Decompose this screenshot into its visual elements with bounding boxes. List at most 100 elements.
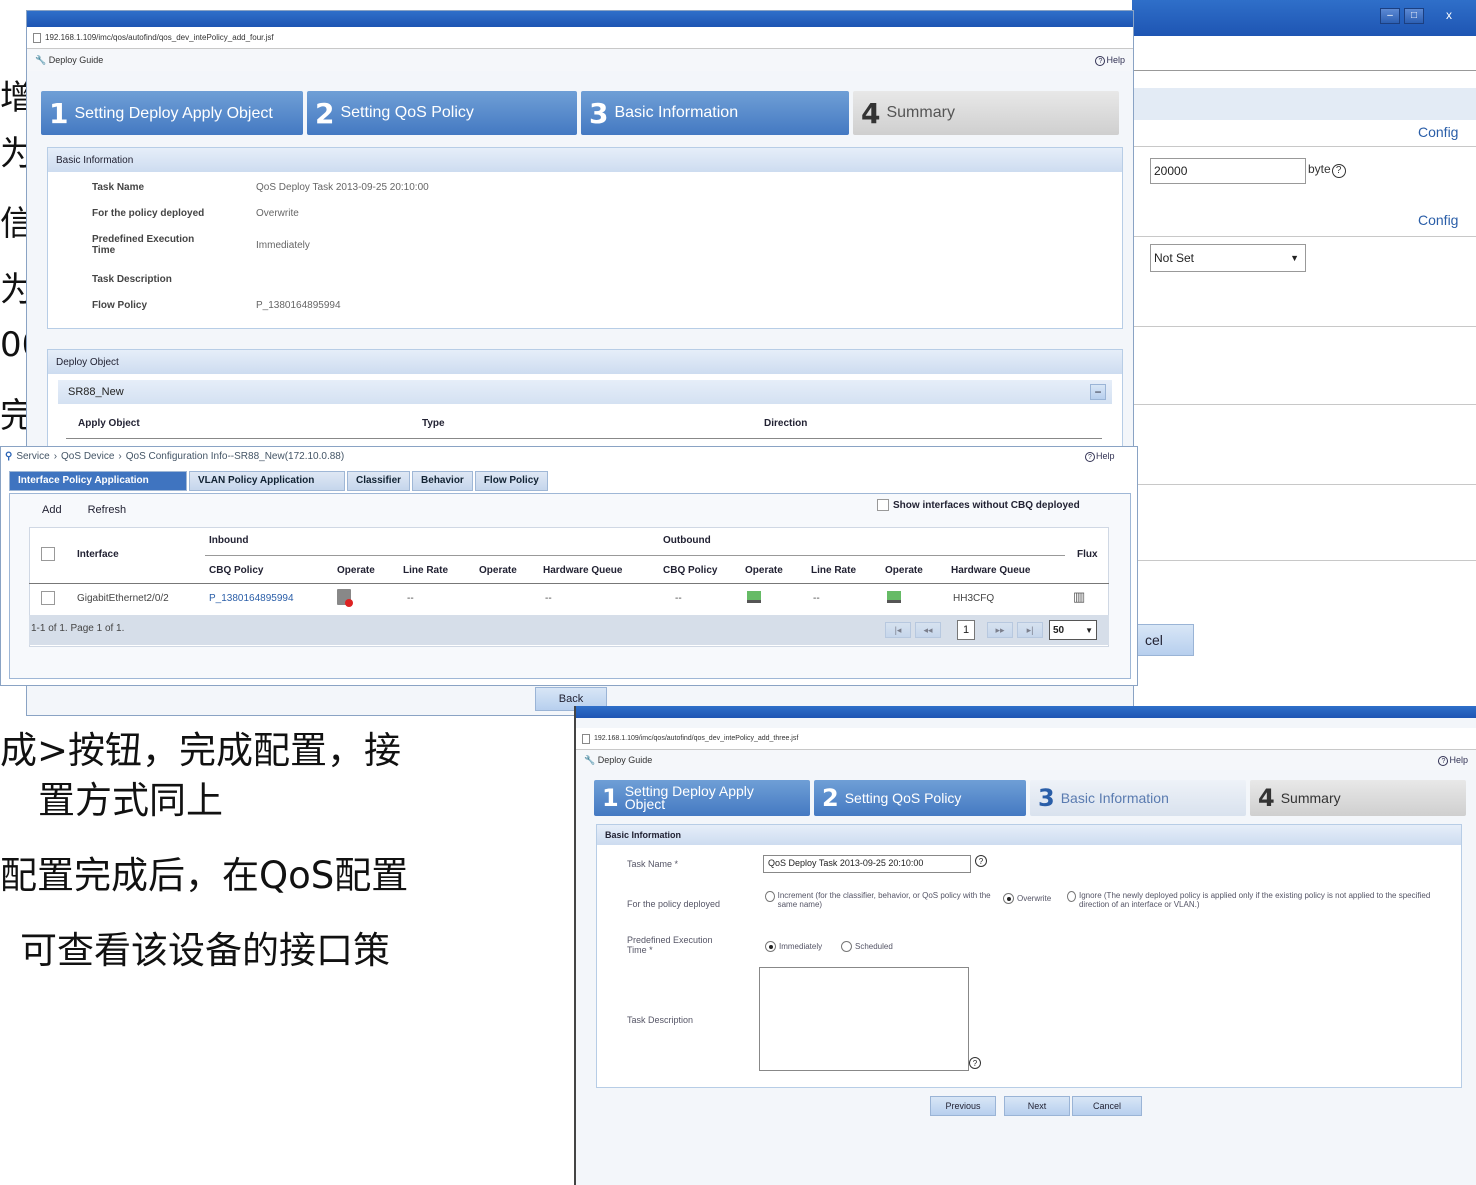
col-line-rate-in: Line Rate	[403, 565, 449, 576]
step-1: 1 Setting Deploy Apply Object	[594, 780, 810, 816]
immediately-option[interactable]: Immediately	[765, 941, 822, 952]
deploy-guide-bar: 🔧 Deploy Guide ? Help	[576, 750, 1476, 770]
cbq-out-cell: --	[675, 593, 682, 604]
page-size-select[interactable]: 50 ▼	[1049, 620, 1097, 640]
step-4: 4 Summary	[1250, 780, 1466, 816]
col-line-rate-out: Line Rate	[811, 565, 857, 576]
slide-fragment-1: 增	[0, 78, 26, 118]
policy-deployed-label: For the policy deployed	[92, 208, 205, 219]
help-icon: ?	[1085, 452, 1095, 462]
dropdown-arrow-icon: ▼	[1290, 253, 1299, 263]
step-4: 4 Summary	[853, 91, 1119, 135]
col-flux: Flux	[1077, 549, 1098, 560]
collapse-button[interactable]: −	[1090, 384, 1106, 400]
refresh-button[interactable]: Refresh	[88, 504, 127, 516]
policy-deployed-label: For the policy deployed	[627, 899, 721, 909]
slide-fragment-2: 为	[0, 134, 26, 174]
increment-option[interactable]: Increment (for the classifier, behavior,…	[765, 891, 997, 909]
overwrite-option[interactable]: Overwrite	[1003, 893, 1051, 904]
help-circle-icon[interactable]: ?	[1331, 164, 1346, 178]
config-link-1[interactable]: Config	[1418, 124, 1458, 140]
task-description-label: Task Description	[627, 1015, 694, 1025]
byte-unit: byte?	[1308, 162, 1346, 178]
minimize-icon[interactable]: –	[1380, 8, 1400, 24]
step-1: 1 Setting Deploy Apply Object	[41, 91, 303, 135]
ignore-option[interactable]: Ignore (The newly deployed policy is app…	[1067, 891, 1447, 909]
step-2: 2 Setting QoS Policy	[307, 91, 577, 135]
wizard-steps: 1 Setting Deploy Apply Object 2 Setting Qo…	[41, 91, 1119, 135]
pager-bar: 1-1 of 1. Page 1 of 1. |◂ ◂◂ 1 ▸▸ ▸| 50 ▼	[29, 615, 1109, 645]
cbq-policy-link[interactable]: P_1380164895994	[209, 593, 294, 604]
help-icon: ?	[1438, 755, 1449, 766]
prev-page-button[interactable]: ◂◂	[915, 622, 941, 638]
hw-queue-in-cell: --	[545, 593, 552, 604]
deploy-rate-out-icon[interactable]	[887, 591, 901, 603]
wizard-steps: 1 Setting Deploy Apply Object 2 Setting Qo…	[594, 780, 1466, 816]
task-name-label: Task Name *	[627, 859, 679, 869]
pager-summary: 1-1 of 1. Page 1 of 1.	[31, 623, 125, 634]
add-button[interactable]: Add	[42, 504, 62, 516]
tab-interface-policy[interactable]: Interface Policy Application	[9, 471, 187, 491]
page-number-input[interactable]: 1	[957, 620, 975, 640]
search-icon: ⚲	[5, 451, 13, 462]
tab-classifier[interactable]: Classifier	[347, 471, 411, 491]
col-cbq-in: CBQ Policy	[209, 565, 264, 576]
delete-policy-icon[interactable]	[337, 589, 353, 607]
maximize-icon[interactable]: □	[1404, 8, 1424, 24]
line-rate-out-cell: --	[813, 593, 820, 604]
table-row[interactable]: GigabitEthernet2/0/2 P_1380164895994 -- …	[29, 585, 1109, 611]
flow-policy-label: Flow Policy	[92, 300, 148, 311]
tab-vlan-policy[interactable]: VLAN Policy Application	[189, 471, 345, 491]
qos-tabs: Interface Policy Application VLAN Policy…	[9, 471, 548, 491]
col-hw-queue-in: Hardware Queue	[543, 565, 623, 576]
address-bar[interactable]: 192.168.1.109/imc/qos/autofind/qos_dev_i…	[27, 27, 1133, 49]
flow-policy-value: P_1380164895994	[256, 300, 341, 311]
radio-increment[interactable]	[765, 891, 775, 902]
radio-ignore[interactable]	[1067, 891, 1076, 902]
radio-immediately[interactable]	[765, 941, 776, 952]
basic-info-window: 192.168.1.109/imc/qos/autofind/qos_dev_i…	[574, 706, 1476, 1185]
deploy-out-icon[interactable]	[747, 591, 761, 603]
col-apply-object: Apply Object	[78, 418, 140, 429]
address-bar[interactable]: 192.168.1.109/imc/qos/autofind/qos_dev_i…	[576, 728, 1476, 750]
help-link[interactable]: ? Help	[1095, 55, 1125, 66]
show-interfaces-checkbox[interactable]: Show interfaces without CBQ deployed	[877, 499, 1080, 511]
next-button[interactable]: Next	[1004, 1096, 1070, 1116]
task-name-input[interactable]: QoS Deploy Task 2013-09-25 20:10:00	[763, 855, 971, 873]
bg-titlebar	[1132, 0, 1476, 36]
tab-flow-policy[interactable]: Flow Policy	[474, 471, 548, 491]
help-circle-icon[interactable]: ?	[969, 1057, 981, 1069]
basic-info-panel: Basic Information Task Name QoS Deploy Ta…	[47, 147, 1123, 329]
qos-help-link[interactable]: ? Help	[1085, 451, 1115, 462]
first-page-button[interactable]: |◂	[885, 622, 911, 638]
checkbox-icon	[877, 499, 889, 511]
row-checkbox[interactable]	[41, 591, 55, 605]
col-outbound: Outbound	[663, 535, 711, 546]
slide-fragment-6: 完	[0, 396, 26, 436]
cancel-button-partial[interactable]: cel	[1136, 624, 1194, 656]
task-description-textarea[interactable]	[759, 967, 969, 1071]
breadcrumb-service[interactable]: Service	[16, 451, 49, 462]
radio-overwrite[interactable]	[1003, 893, 1014, 904]
not-set-select[interactable]: Not Set ▼	[1150, 244, 1306, 272]
next-page-button[interactable]: ▸▸	[987, 622, 1013, 638]
qos-breadcrumb: ⚲ Service › QoS Device › QoS Configuration…	[5, 451, 345, 462]
radio-scheduled[interactable]	[841, 941, 852, 952]
col-cbq-out: CBQ Policy	[663, 565, 718, 576]
byte-input[interactable]: 20000	[1150, 158, 1306, 184]
config-link-2[interactable]: Config	[1418, 212, 1458, 228]
close-icon[interactable]: x	[1432, 8, 1466, 24]
last-page-button[interactable]: ▸|	[1017, 622, 1043, 638]
scheduled-option[interactable]: Scheduled	[841, 941, 893, 952]
breadcrumb-qos-device[interactable]: QoS Device	[61, 451, 114, 462]
select-all-checkbox[interactable]	[41, 547, 55, 561]
tab-behavior[interactable]: Behavior	[412, 471, 473, 491]
background-window: – □ x Config 20000 byte? Config Not Set ▼…	[1132, 0, 1476, 710]
help-circle-icon[interactable]: ?	[975, 855, 987, 867]
task-name-value: QoS Deploy Task 2013-09-25 20:10:00	[256, 182, 429, 193]
flux-chart-icon[interactable]: ▥	[1073, 589, 1085, 605]
previous-button[interactable]: Previous	[930, 1096, 996, 1116]
help-link[interactable]: ? Help	[1438, 755, 1468, 766]
task-description-label: Task Description	[92, 274, 172, 285]
cancel-button[interactable]: Cancel	[1072, 1096, 1142, 1116]
